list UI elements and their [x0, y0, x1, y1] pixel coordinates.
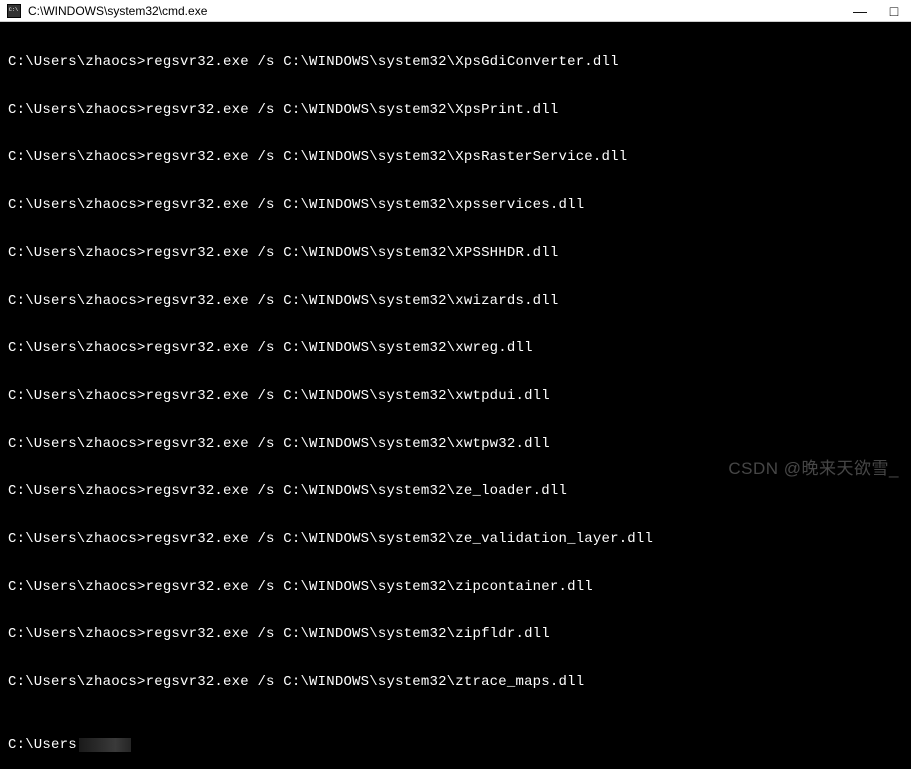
- prompt: C:\Users\zhaocs>: [8, 531, 146, 547]
- command-text: regsvr32.exe /s C:\WINDOWS\system32\zipf…: [146, 626, 550, 642]
- command-text: regsvr32.exe /s C:\WINDOWS\system32\xwtp…: [146, 388, 550, 404]
- command-line: C:\Users\zhaocs>regsvr32.exe /s C:\WINDO…: [8, 388, 903, 404]
- command-line: C:\Users\zhaocs>regsvr32.exe /s C:\WINDO…: [8, 340, 903, 356]
- prompt: C:\Users\zhaocs>: [8, 388, 146, 404]
- prompt: C:\Users\zhaocs>: [8, 54, 146, 70]
- prompt: C:\Users\zhaocs>: [8, 340, 146, 356]
- prompt: C:\Users\zhaocs>: [8, 102, 146, 118]
- command-line: C:\Users\zhaocs>regsvr32.exe /s C:\WINDO…: [8, 626, 903, 642]
- minimize-button[interactable]: —: [843, 0, 877, 21]
- prompt: C:\Users\zhaocs>: [8, 674, 146, 690]
- command-text: regsvr32.exe /s C:\WINDOWS\system32\xwiz…: [146, 293, 559, 309]
- command-line: C:\Users\zhaocs>regsvr32.exe /s C:\WINDO…: [8, 245, 903, 261]
- command-text: regsvr32.exe /s C:\WINDOWS\system32\zipc…: [146, 579, 593, 595]
- prompt: C:\Users\zhaocs>: [8, 197, 146, 213]
- command-text: regsvr32.exe /s C:\WINDOWS\system32\xwtp…: [146, 436, 550, 452]
- command-text: regsvr32.exe /s C:\WINDOWS\system32\ze_v…: [146, 531, 653, 547]
- prompt: C:\Users\zhaocs>: [8, 436, 146, 452]
- prompt: C:\Users\zhaocs>: [8, 293, 146, 309]
- window-title: C:\WINDOWS\system32\cmd.exe: [28, 4, 843, 18]
- window-controls: — □: [843, 0, 911, 21]
- command-line: C:\Users\zhaocs>regsvr32.exe /s C:\WINDO…: [8, 579, 903, 595]
- command-line: C:\Users\zhaocs>regsvr32.exe /s C:\WINDO…: [8, 674, 903, 690]
- prompt-partial: C:\Users: [8, 737, 77, 753]
- command-line: C:\Users\zhaocs>regsvr32.exe /s C:\WINDO…: [8, 197, 903, 213]
- prompt: C:\Users\zhaocs>: [8, 483, 146, 499]
- prompt: C:\Users\zhaocs>: [8, 245, 146, 261]
- prompt: C:\Users\zhaocs>: [8, 149, 146, 165]
- command-text: regsvr32.exe /s C:\WINDOWS\system32\XpsR…: [146, 149, 628, 165]
- command-text: regsvr32.exe /s C:\WINDOWS\system32\ze_l…: [146, 483, 567, 499]
- command-text: regsvr32.exe /s C:\WINDOWS\system32\XPSS…: [146, 245, 559, 261]
- command-line: C:\Users\zhaocs>regsvr32.exe /s C:\WINDO…: [8, 149, 903, 165]
- svg-text:C:\: C:\: [9, 7, 18, 13]
- prompt: C:\Users\zhaocs>: [8, 626, 146, 642]
- command-text: regsvr32.exe /s C:\WINDOWS\system32\ztra…: [146, 674, 585, 690]
- command-line: C:\Users\zhaocs>regsvr32.exe /s C:\WINDO…: [8, 54, 903, 70]
- window-titlebar: C:\ C:\WINDOWS\system32\cmd.exe — □: [0, 0, 911, 22]
- command-line: C:\Users\zhaocs>regsvr32.exe /s C:\WINDO…: [8, 531, 903, 547]
- command-text: regsvr32.exe /s C:\WINDOWS\system32\xwre…: [146, 340, 533, 356]
- redacted-region: [79, 738, 131, 752]
- command-line: C:\Users\zhaocs>regsvr32.exe /s C:\WINDO…: [8, 436, 903, 452]
- command-line: C:\Users\zhaocs>regsvr32.exe /s C:\WINDO…: [8, 102, 903, 118]
- command-line: C:\Users\zhaocs>regsvr32.exe /s C:\WINDO…: [8, 483, 903, 499]
- prompt: C:\Users\zhaocs>: [8, 579, 146, 595]
- cmd-icon: C:\: [6, 3, 22, 19]
- terminal-output[interactable]: C:\Users\zhaocs>regsvr32.exe /s C:\WINDO…: [0, 22, 911, 507]
- command-text: regsvr32.exe /s C:\WINDOWS\system32\XpsP…: [146, 102, 559, 118]
- current-prompt: C:\Users: [8, 737, 903, 753]
- command-text: regsvr32.exe /s C:\WINDOWS\system32\XpsG…: [146, 54, 619, 70]
- command-text: regsvr32.exe /s C:\WINDOWS\system32\xpss…: [146, 197, 585, 213]
- command-line: C:\Users\zhaocs>regsvr32.exe /s C:\WINDO…: [8, 293, 903, 309]
- maximize-button[interactable]: □: [877, 0, 911, 21]
